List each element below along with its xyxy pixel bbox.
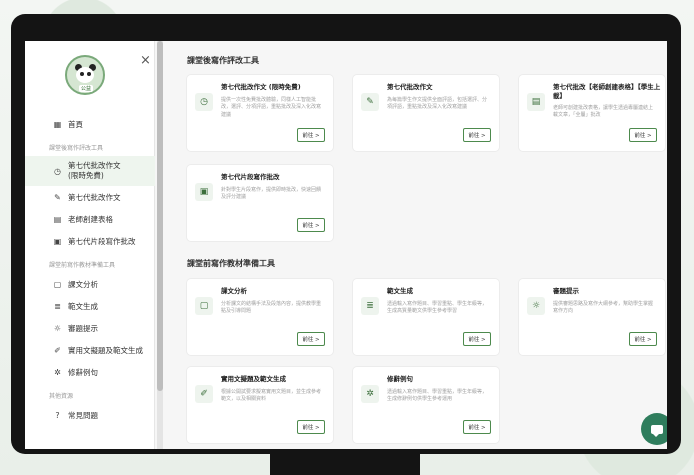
card-description: 透過輸入寫作題目、學習重點、學生年級等，生成高質量範文供學生參考學習: [387, 301, 488, 315]
logo-label: 公益: [79, 85, 94, 92]
card-description: 分析課文的結構手法及段落內容，提供教學重點及引導問題: [221, 301, 322, 315]
sidebar-item-label: 第七代批改作文: [68, 192, 121, 202]
sidebar-item-teacher-form[interactable]: ▤ 老師創建表格: [25, 208, 155, 230]
card-title: 第七代批改作文 (限時免費): [221, 83, 301, 91]
tool-card-fragment-correction[interactable]: ▣ 第七代片段寫作批改 針對學生片段寫作，提供即時批改，快速回饋及評分建議 前往…: [187, 165, 333, 241]
sidebar-item-label: 第七代批改作文 (限時免費): [68, 160, 121, 180]
doc-icon: ▢: [53, 279, 62, 289]
chat-icon: [651, 424, 663, 437]
image-icon: ▣: [195, 183, 213, 201]
go-button[interactable]: 前往 >: [463, 128, 491, 142]
card-title: 課文分析: [221, 287, 247, 295]
table-icon: ▤: [527, 93, 545, 111]
tool-card-free-correction[interactable]: ◷ 第七代批改作文 (限時免費) 提供一次性免費批改體驗，同樣人工智能批改，選評…: [187, 75, 333, 151]
scrollbar-thumb[interactable]: [157, 41, 163, 391]
section-title-after-class: 課堂後寫作評改工具: [187, 56, 259, 65]
clock-icon: ◷: [54, 166, 61, 176]
monitor-stand: [270, 452, 420, 475]
sidebar-section-title: 其他資源: [49, 393, 74, 400]
sidebar-item-free-correction[interactable]: ◷ 第七代批改作文 (限時免費): [25, 156, 155, 186]
bulb-icon: ☼: [527, 297, 545, 315]
doc-lines-icon: ≣: [54, 301, 61, 311]
go-button[interactable]: 前往 >: [297, 420, 325, 434]
card-description: 透過輸入寫作題目、學習重點，學生年級等，生成修辭例句供學生參考運用: [387, 389, 488, 403]
section-title-before-class: 課堂前寫作教材準備工具: [187, 259, 275, 268]
monitor-frame: 公益 × ▦ 首頁 課堂後寫作評改工具 ◷ 第七代批改作文 (限時免費) ✎ 第七…: [11, 14, 681, 454]
bulb-icon: ☼: [53, 323, 62, 333]
pen-icon: ✐: [195, 385, 213, 403]
card-title: 實用文擬題及範文生成: [221, 375, 286, 383]
sidebar-item-correction[interactable]: ✎ 第七代批改作文: [25, 186, 155, 208]
clock-icon: ◷: [195, 93, 213, 111]
sidebar-section-title: 課堂後寫作評改工具: [49, 145, 104, 152]
sidebar-section-title: 課堂前寫作教材準備工具: [49, 262, 116, 269]
sidebar-item-label: 常見問題: [68, 410, 98, 420]
pencil-icon: ✎: [54, 192, 61, 202]
sidebar-scrollbar[interactable]: [157, 41, 163, 449]
go-button[interactable]: 前往 >: [463, 332, 491, 346]
tool-card-rhetoric[interactable]: ✲ 修辭例句 透過輸入寫作題目、學習重點，學生年級等，生成修辭例句供學生參考運用…: [353, 367, 499, 443]
panda-eye-icon: [87, 72, 91, 76]
sidebar-item-label: 審題提示: [68, 323, 98, 333]
go-button[interactable]: 前往 >: [297, 128, 325, 142]
pencil-icon: ✎: [361, 93, 379, 111]
sidebar-item-home[interactable]: ▦ 首頁: [25, 113, 155, 135]
sidebar-item-practical-writing[interactable]: ✐ 實用文擬題及範文生成: [25, 339, 155, 361]
card-description: 針對學生片段寫作，提供即時批改，快速回饋及評分建議: [221, 187, 322, 201]
sidebar-item-label: 課文分析: [68, 279, 98, 289]
card-description: 提供審題思路及寫作大綱參考，幫助學生掌握寫作方向: [553, 301, 654, 315]
tool-card-model-essay[interactable]: ≣ 範文生成 透過輸入寫作題目、學習重點、學生年級等，生成高質量範文供學生參考學…: [353, 279, 499, 355]
sidebar-item-topic-hints[interactable]: ☼ 審題提示: [25, 317, 155, 339]
card-title: 範文生成: [387, 287, 413, 295]
sidebar-item-faq[interactable]: ? 常見問題: [25, 404, 155, 426]
panda-face-icon: [76, 67, 94, 83]
sidebar-nav: ▦ 首頁 課堂後寫作評改工具 ◷ 第七代批改作文 (限時免費) ✎ 第七代批改作文…: [25, 113, 155, 426]
go-button[interactable]: 前往 >: [629, 332, 657, 346]
tool-card-topic-hints[interactable]: ☼ 審題提示 提供審題思路及寫作大綱參考，幫助學生掌握寫作方向 前往 >: [519, 279, 665, 355]
sidebar-item-text-analysis[interactable]: ▢ 課文分析: [25, 273, 155, 295]
sidebar-item-label: 實用文擬題及範文生成: [68, 345, 143, 355]
table-icon: ▤: [53, 214, 62, 224]
main-content: 課堂後寫作評改工具 ◷ 第七代批改作文 (限時免費) 提供一次性免費批改體驗，同…: [165, 41, 667, 449]
sidebar-item-label: 範文生成: [68, 301, 98, 311]
go-button[interactable]: 前往 >: [463, 420, 491, 434]
card-title: 第七代批改作文: [387, 83, 433, 91]
tool-card-correction[interactable]: ✎ 第七代批改作文 為每篇學生作文提供全面評語，包括選評、分項評語，重點批改及深…: [353, 75, 499, 151]
card-description: 為每篇學生作文提供全面評語，包括選評、分項評語，重點批改及深入化改寫建議: [387, 97, 488, 111]
sidebar-item-label: 首頁: [68, 119, 83, 129]
doc-lines-icon: ≣: [361, 297, 379, 315]
go-button[interactable]: 前往 >: [297, 218, 325, 232]
sidebar-item-fragment-correction[interactable]: ▣ 第七代片段寫作批改: [25, 230, 155, 252]
card-description: 提供一次性免費批改體驗，同樣人工智能批改，選評、分項評語，重點批改及深入化改寫建…: [221, 97, 322, 118]
sidebar-item-rhetoric[interactable]: ✲ 修辭例句: [25, 361, 155, 383]
chat-button[interactable]: [641, 413, 667, 445]
magic-icon: ✲: [361, 385, 379, 403]
app-screen: 公益 × ▦ 首頁 課堂後寫作評改工具 ◷ 第七代批改作文 (限時免費) ✎ 第七…: [25, 41, 667, 449]
card-title: 審題提示: [553, 287, 579, 295]
sidebar-item-label: 修辭例句: [68, 367, 98, 377]
panda-eye-icon: [80, 72, 84, 76]
card-title: 第七代片段寫作批改: [221, 173, 280, 181]
close-icon[interactable]: ×: [140, 53, 151, 68]
card-description: 根據公開試要求擬寫實用文題目，並生成參考範文，以及相關資料: [221, 389, 322, 403]
tool-card-teacher-form[interactable]: ▤ 第七代批改【老師創建表格】【學生上載】 老師可創建批改表格，讓學生透過專屬連…: [519, 75, 665, 151]
image-icon: ▣: [53, 236, 62, 246]
pen-icon: ✐: [54, 345, 61, 355]
question-icon: ?: [55, 410, 60, 420]
sidebar-item-label: 老師創建表格: [68, 214, 113, 224]
magic-icon: ✲: [54, 367, 61, 377]
card-title: 第七代批改【老師創建表格】【學生上載】: [553, 83, 661, 101]
tool-card-text-analysis[interactable]: ▢ 課文分析 分析課文的結構手法及段落內容，提供教學重點及引導問題 前往 >: [187, 279, 333, 355]
sidebar-item-model-essay[interactable]: ≣ 範文生成: [25, 295, 155, 317]
tool-card-practical-writing[interactable]: ✐ 實用文擬題及範文生成 根據公開試要求擬寫實用文題目，並生成參考範文，以及相關…: [187, 367, 333, 443]
doc-icon: ▢: [195, 297, 213, 315]
go-button[interactable]: 前往 >: [629, 128, 657, 142]
card-description: 老師可創建批改表格，讓學生透過專屬連結上載文章，「全屬」批改: [553, 105, 654, 119]
grid-icon: ▦: [53, 119, 62, 129]
sidebar: 公益 × ▦ 首頁 課堂後寫作評改工具 ◷ 第七代批改作文 (限時免費) ✎ 第七…: [25, 41, 155, 449]
card-title: 修辭例句: [387, 375, 413, 383]
sidebar-item-label: 第七代片段寫作批改: [68, 236, 136, 246]
go-button[interactable]: 前往 >: [297, 332, 325, 346]
